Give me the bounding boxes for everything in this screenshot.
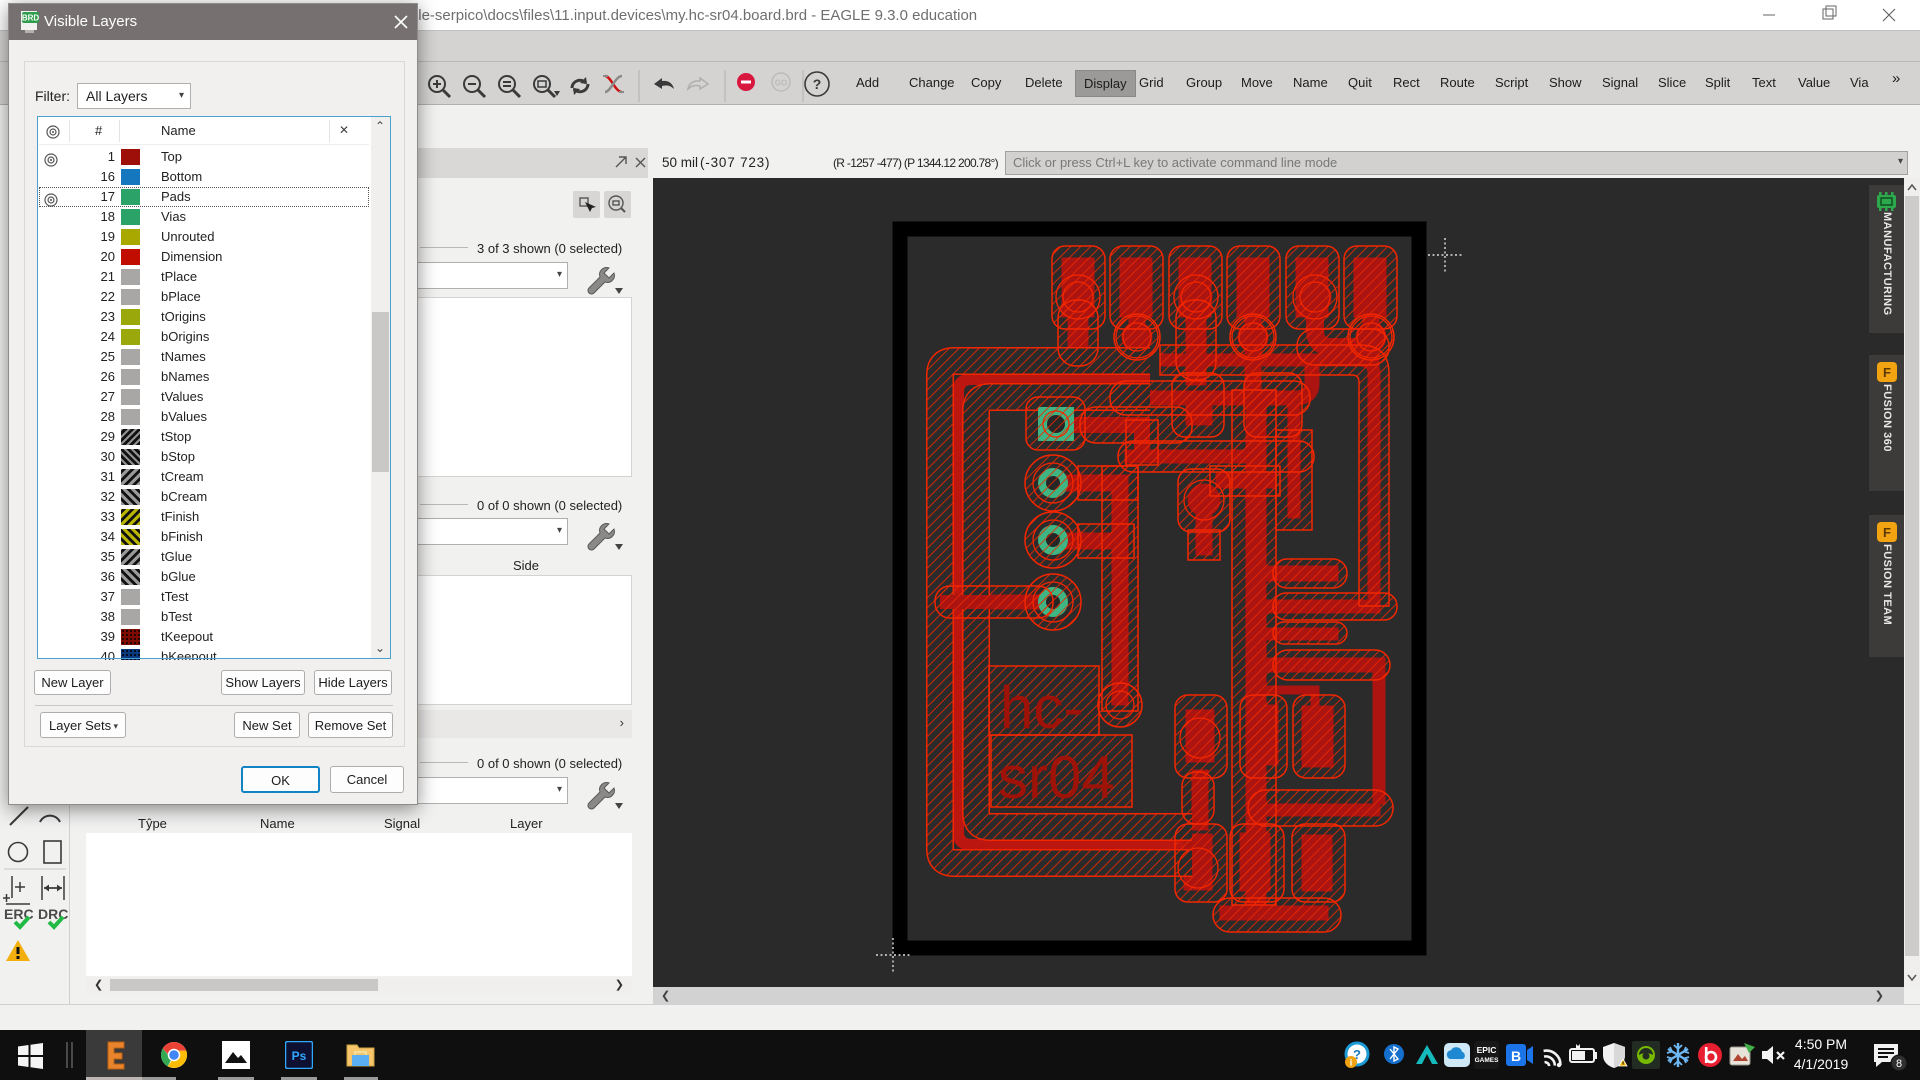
svg-text:i: i [1350,1058,1353,1068]
svg-text:GAMES: GAMES [1475,1057,1500,1064]
svg-text:Ps: Ps [292,1049,307,1063]
svg-text:DRC: DRC [38,906,68,922]
svg-text:B: B [1511,1048,1521,1064]
svg-text:BRD: BRD [22,14,40,23]
svg-text:GO: GO [775,79,787,88]
svg-text:hc-: hc- [1000,674,1083,741]
svg-text:sr04: sr04 [998,744,1115,811]
svg-text:F: F [1883,365,1891,380]
svg-text:8: 8 [1896,1058,1902,1070]
svg-text:F: F [1883,525,1891,540]
svg-text:EPIC: EPIC [1477,1045,1497,1055]
svg-text:?: ? [813,76,822,92]
